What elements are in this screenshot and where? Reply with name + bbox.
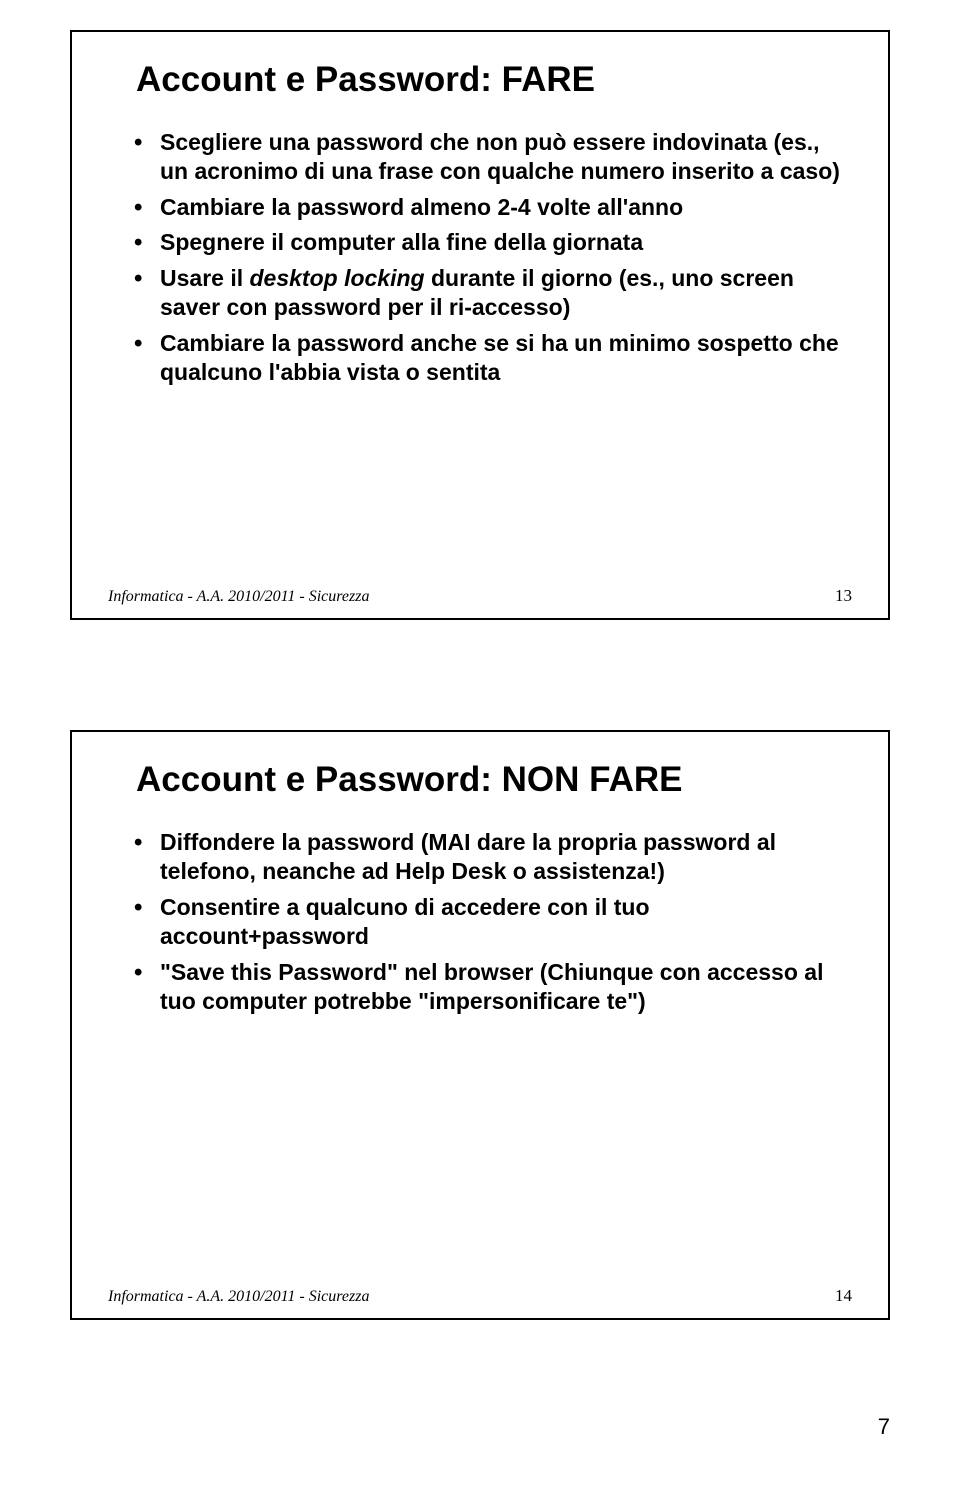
footer-right: 14 [835, 1286, 852, 1306]
bullet-prefix: Usare il [160, 265, 250, 291]
bullet-text: Scegliere una password che non può esser… [160, 129, 840, 184]
bullet-text: Cambiare la password anche se si ha un m… [160, 330, 839, 385]
bullet-italic: desktop locking [250, 265, 425, 291]
page-number: 7 [878, 1414, 890, 1440]
slide-non-fare: Account e Password: NON FARE Diffondere … [70, 730, 890, 1320]
list-item: Usare il desktop locking durante il gior… [134, 264, 852, 323]
bullet-list: Scegliere una password che non può esser… [108, 128, 852, 388]
footer-left: Informatica - A.A. 2010/2011 - Sicurezza [108, 1288, 369, 1306]
list-item: Scegliere una password che non può esser… [134, 128, 852, 187]
footer-left: Informatica - A.A. 2010/2011 - Sicurezza [108, 588, 369, 606]
list-item: Cambiare la password almeno 2-4 volte al… [134, 193, 852, 222]
slide-title: Account e Password: NON FARE [136, 760, 852, 800]
slide-footer: Informatica - A.A. 2010/2011 - Sicurezza… [108, 1286, 852, 1306]
bullet-text: Diffondere la password (MAI dare la prop… [160, 829, 776, 884]
list-item: Spegnere il computer alla fine della gio… [134, 228, 852, 257]
footer-right: 13 [835, 586, 852, 606]
list-item: Cambiare la password anche se si ha un m… [134, 329, 852, 388]
bullet-text: Spegnere il computer alla fine della gio… [160, 229, 643, 255]
list-item: Consentire a qualcuno di accedere con il… [134, 893, 852, 952]
bullet-list: Diffondere la password (MAI dare la prop… [108, 828, 852, 1017]
slide-title: Account e Password: FARE [136, 60, 852, 100]
bullet-text: Cambiare la password almeno 2-4 volte al… [160, 194, 683, 220]
document-page: Account e Password: FARE Scegliere una p… [0, 0, 960, 1460]
bullet-text: "Save this Password" nel browser (Chiunq… [160, 959, 823, 1014]
slide-footer: Informatica - A.A. 2010/2011 - Sicurezza… [108, 586, 852, 606]
bullet-text: Consentire a qualcuno di accedere con il… [160, 894, 650, 949]
list-item: Diffondere la password (MAI dare la prop… [134, 828, 852, 887]
slide-fare: Account e Password: FARE Scegliere una p… [70, 30, 890, 620]
list-item: "Save this Password" nel browser (Chiunq… [134, 958, 852, 1017]
